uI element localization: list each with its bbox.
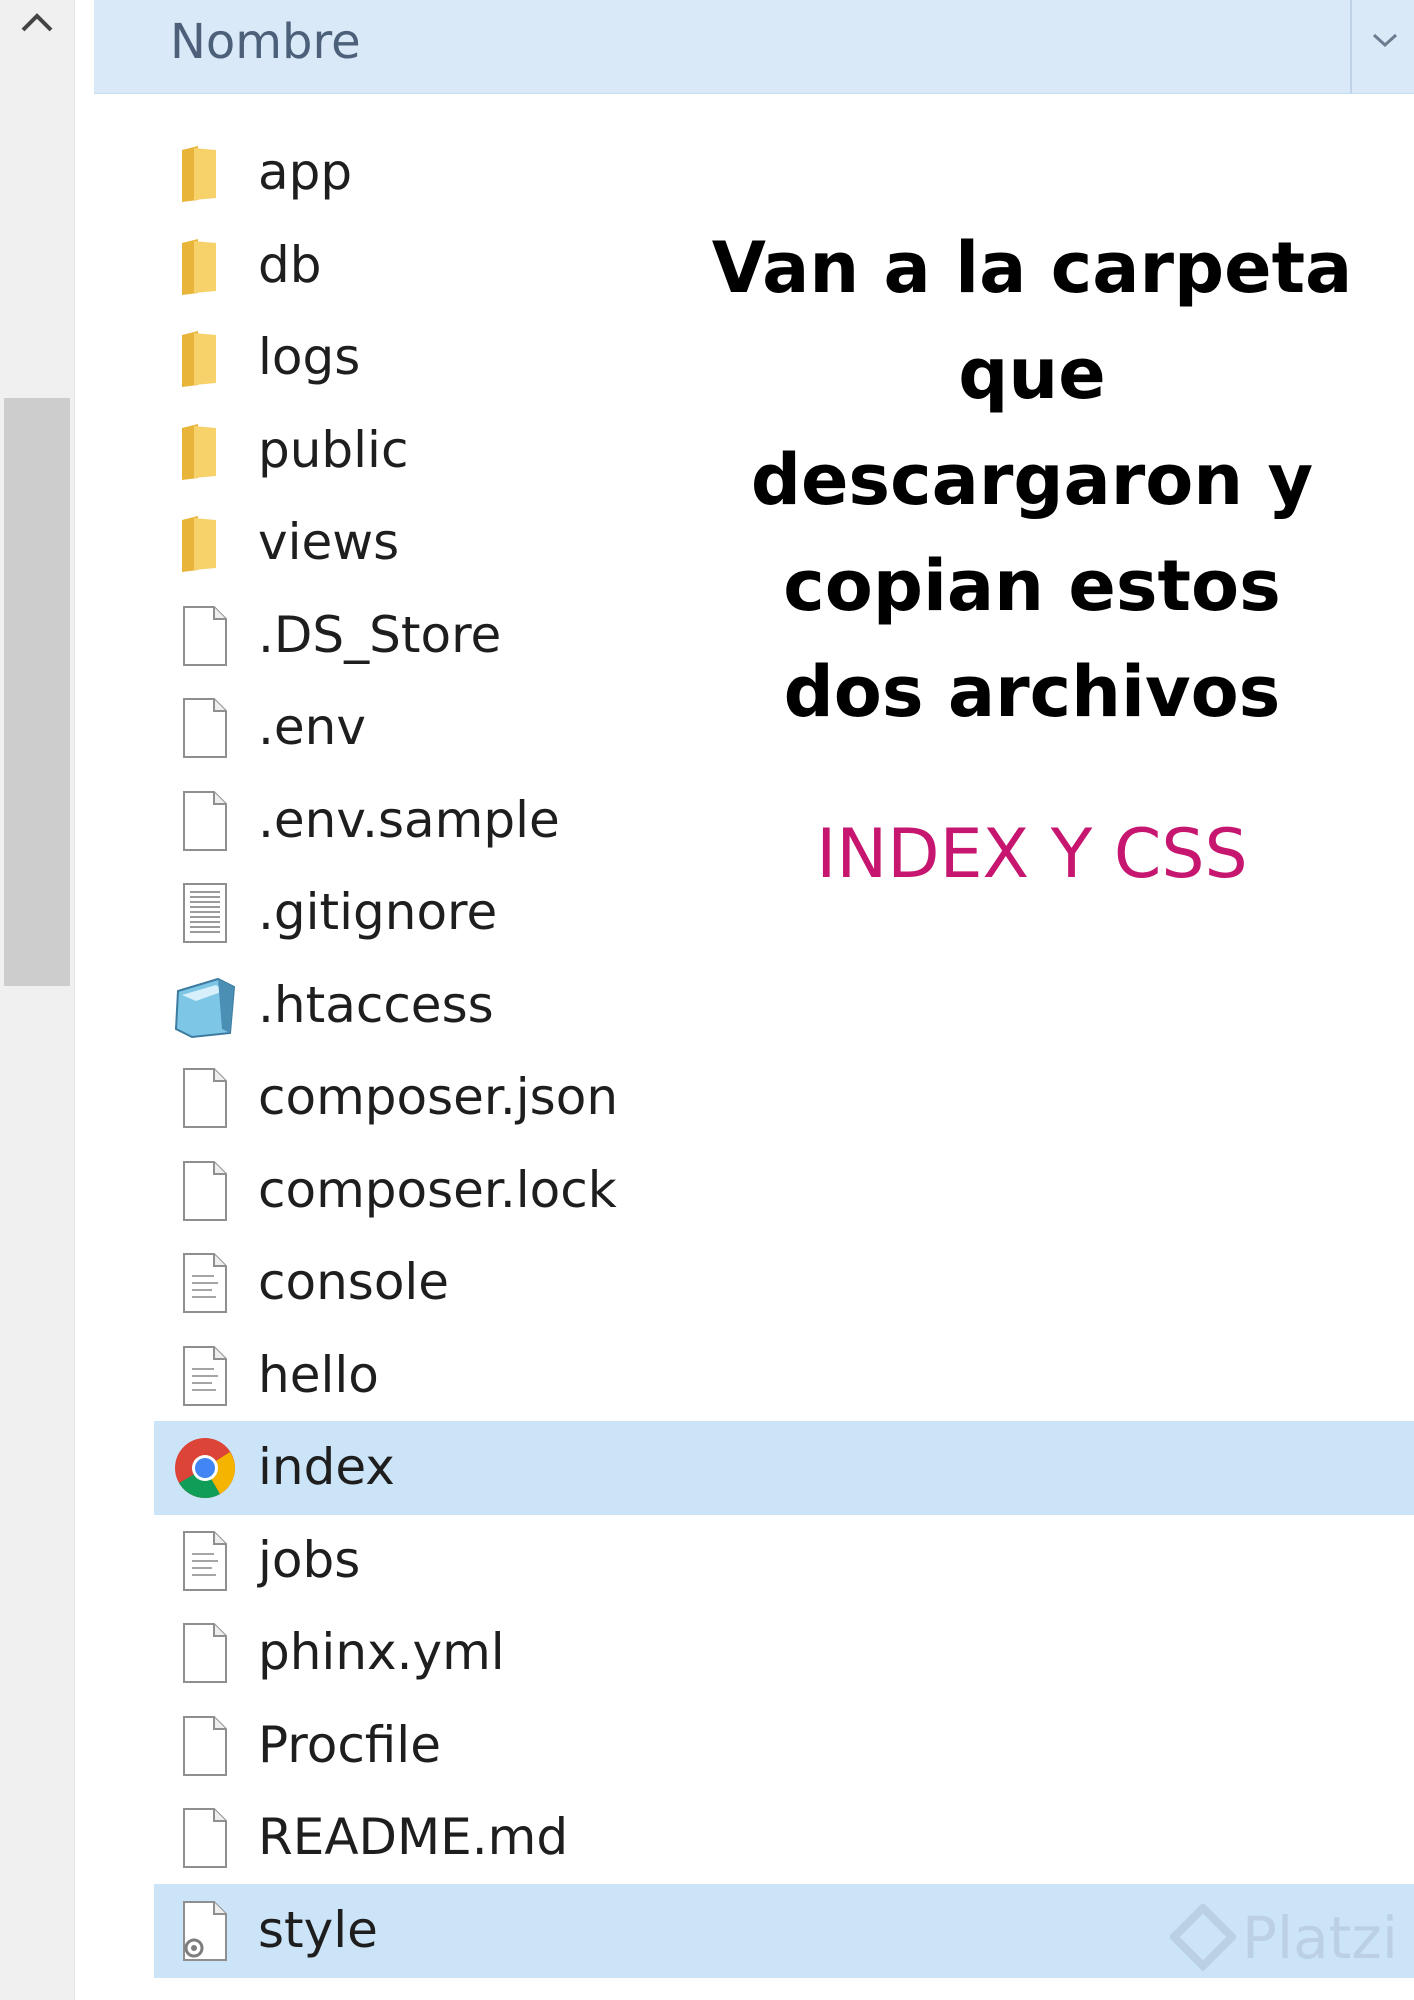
file-row[interactable]: composer.lock <box>154 1144 1414 1238</box>
chrome-icon <box>172 1435 238 1501</box>
file-name: phinx.yml <box>258 1623 505 1681</box>
file-row[interactable]: phinx.yml <box>154 1606 1414 1700</box>
text-lines-file-icon <box>172 1528 238 1594</box>
blank-file-icon <box>172 1805 238 1871</box>
file-name: public <box>258 420 409 479</box>
file-name: .env.sample <box>258 790 560 849</box>
file-row[interactable]: README.md <box>154 1791 1414 1885</box>
file-name: hello <box>258 1345 379 1404</box>
file-name: jobs <box>258 1530 361 1589</box>
file-name: style <box>258 1900 378 1959</box>
file-name: console <box>258 1253 450 1311</box>
file-name: README.md <box>258 1808 569 1866</box>
file-row[interactable]: Procfile <box>154 1699 1414 1793</box>
file-name: .env <box>258 698 366 756</box>
blank-file-icon <box>172 695 238 761</box>
blank-file-icon <box>172 1065 238 1131</box>
file-row[interactable]: app <box>154 126 1414 220</box>
text-file-icon <box>172 880 238 946</box>
file-name: Procfile <box>258 1715 441 1774</box>
folder-icon <box>172 510 238 576</box>
blank-file-icon <box>172 1158 238 1224</box>
instruction-overlay: Van a la carpeta que descargaron y copia… <box>700 215 1364 894</box>
css-file-icon <box>172 1898 238 1964</box>
platzi-watermark: Platzi <box>1170 1900 1410 1980</box>
file-name: composer.lock <box>258 1160 617 1219</box>
folder-icon <box>172 233 238 299</box>
file-name: app <box>258 143 353 201</box>
file-name: db <box>258 235 322 294</box>
file-explorer-screenshot: Nombre app db logs public views .DS_Store .env… <box>0 0 1414 2000</box>
highlight-text: INDEX Y CSS <box>816 815 1248 894</box>
file-row[interactable]: .htaccess <box>154 959 1414 1053</box>
file-name: .gitignore <box>258 883 498 941</box>
notepad-file-icon <box>172 973 238 1039</box>
file-name: composer.json <box>258 1068 619 1126</box>
file-row[interactable]: hello <box>154 1329 1414 1423</box>
file-name: index <box>258 1438 395 1496</box>
text-lines-file-icon <box>172 1250 238 1316</box>
instruction-line: dos archivos <box>783 651 1281 733</box>
file-name: .htaccess <box>258 975 494 1034</box>
blank-file-icon <box>172 788 238 854</box>
file-row[interactable]: composer.json <box>154 1051 1414 1145</box>
file-name: views <box>258 513 400 571</box>
instruction-line: que <box>958 333 1106 415</box>
file-row[interactable]: index <box>154 1421 1414 1515</box>
instruction-line: descargaron y <box>750 439 1314 521</box>
file-row[interactable]: jobs <box>154 1514 1414 1608</box>
folder-icon <box>172 140 238 206</box>
platzi-logo-icon <box>1170 1904 1236 1972</box>
blank-file-icon <box>172 603 238 669</box>
instruction-line: Van a la carpeta <box>711 227 1353 309</box>
blank-file-icon <box>172 1620 238 1686</box>
file-name: logs <box>258 328 361 386</box>
file-row[interactable]: console <box>154 1236 1414 1330</box>
folder-icon <box>172 325 238 391</box>
file-name: .DS_Store <box>258 605 502 664</box>
watermark-text: Platzi <box>1242 1904 1398 1972</box>
text-lines-file-icon <box>172 1343 238 1409</box>
blank-file-icon <box>172 1713 238 1779</box>
folder-icon <box>172 418 238 484</box>
instruction-line: copian estos <box>783 545 1281 627</box>
